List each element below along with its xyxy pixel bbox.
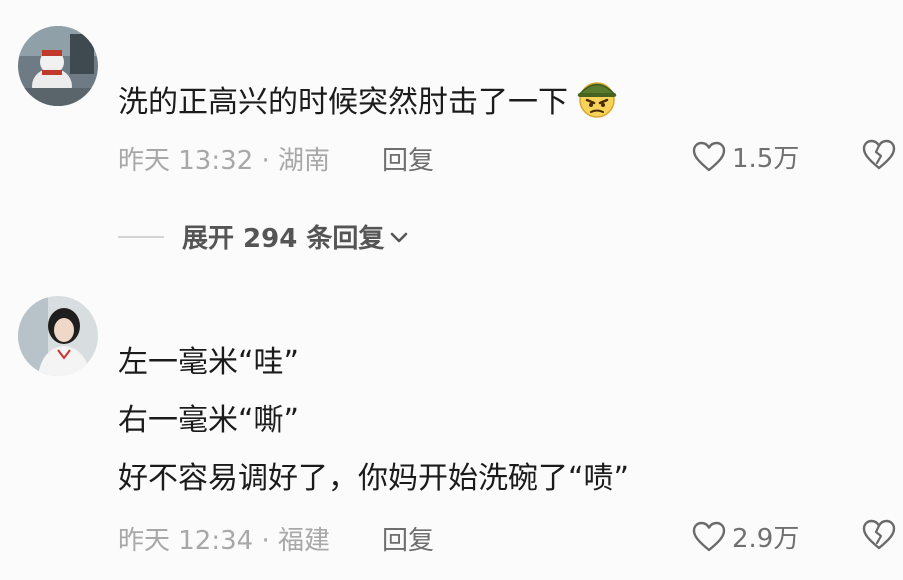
reply-button[interactable]: 回复 — [382, 520, 434, 557]
comment-text: 好不容易调好了，你妈开始洗碗了“啧” — [118, 458, 629, 500]
comment-text: 右一毫米“嘶” — [118, 400, 299, 442]
comment-line: 右一毫米“嘶” — [118, 403, 300, 438]
comment-line: 好不容易调好了，你妈开始洗碗了“啧” — [118, 461, 630, 496]
like-button[interactable]: 2.9万 — [692, 518, 799, 555]
comment-time-location: 昨天 12:34 · 福建 — [118, 526, 330, 556]
like-count: 2.9万 — [732, 524, 800, 554]
angry-soldier-emoji-icon — [574, 78, 620, 130]
comment-list: 洗的正高兴的时候突然肘击了一下 昨天 13:32 · 湖南 回复 1.5万 展开… — [0, 0, 903, 580]
expand-replies-button[interactable]: 展开 294 条回复 — [118, 218, 410, 255]
reply-button[interactable]: 回复 — [382, 140, 434, 177]
expand-replies-label: 展开 294 条回复 — [182, 224, 385, 254]
broken-heart-icon — [862, 139, 896, 170]
comment-line: 洗的正高兴的时候突然肘击了一下 — [118, 85, 568, 120]
broken-heart-icon — [862, 519, 896, 550]
heart-icon — [692, 141, 726, 171]
avatar[interactable] — [18, 296, 98, 376]
dislike-button[interactable] — [862, 139, 896, 175]
heart-icon — [692, 521, 726, 551]
chevron-down-icon — [391, 232, 408, 242]
comment-text: 左一毫米“哇” — [118, 342, 299, 384]
comment-line: 左一毫米“哇” — [118, 345, 300, 380]
divider-line — [118, 235, 164, 238]
like-button[interactable]: 1.5万 — [692, 138, 799, 175]
like-count: 1.5万 — [732, 144, 800, 174]
dislike-button[interactable] — [862, 519, 896, 555]
comment-time-location: 昨天 13:32 · 湖南 — [118, 146, 330, 176]
avatar[interactable] — [18, 26, 98, 106]
comment-text: 洗的正高兴的时候突然肘击了一下 — [118, 78, 620, 130]
